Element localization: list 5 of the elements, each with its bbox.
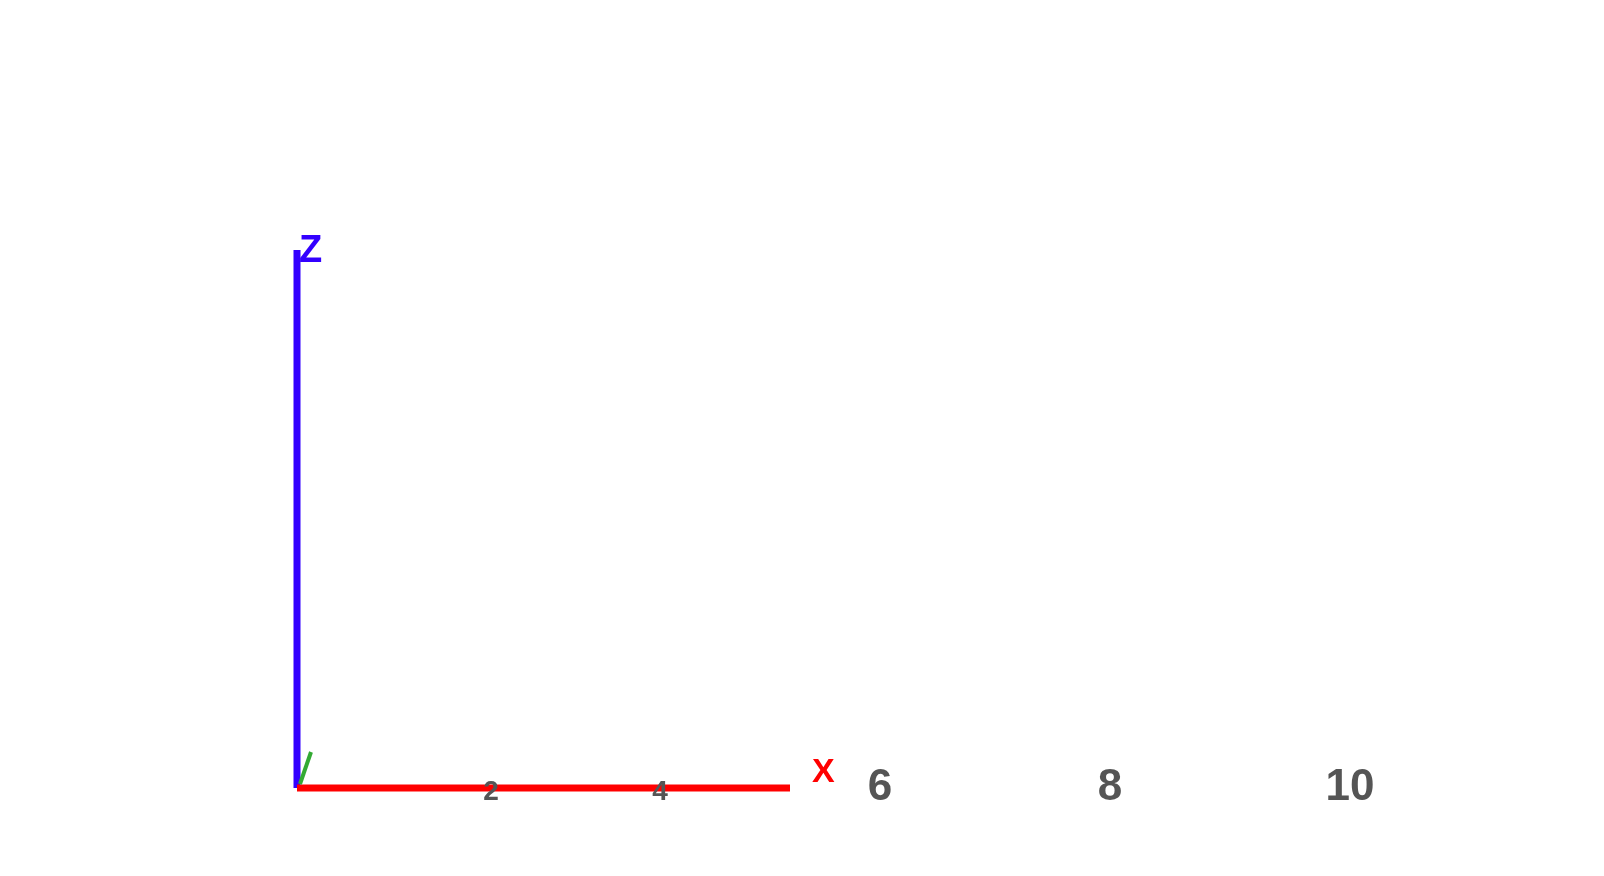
tick-label: 10 [1325, 760, 1375, 809]
tick-label: 2 [483, 775, 499, 806]
tick-label: 8 [1097, 760, 1123, 809]
tick-label: 6 [867, 760, 893, 809]
tick-label: 4 [652, 775, 668, 806]
